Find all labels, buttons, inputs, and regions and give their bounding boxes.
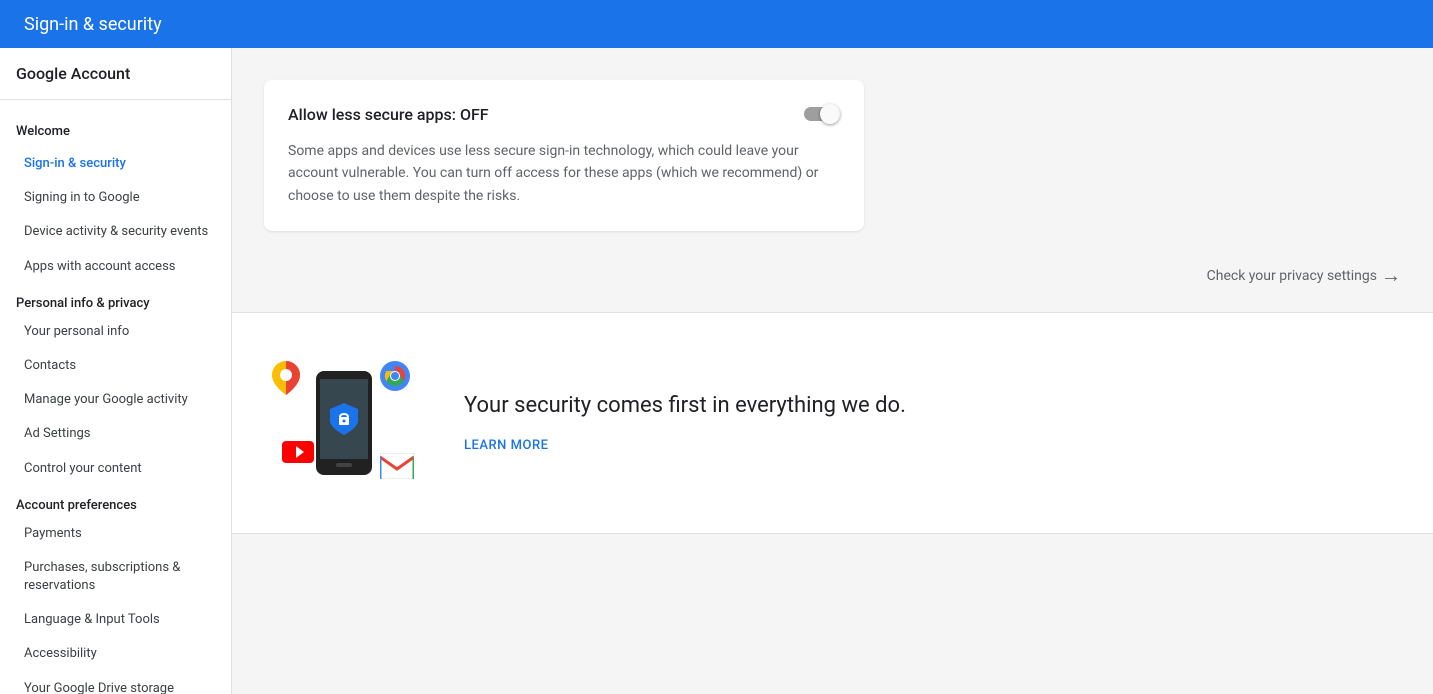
sidebar-welcome: Welcome xyxy=(0,108,231,147)
account-section-title: Account preferences xyxy=(0,486,231,517)
youtube-icon xyxy=(282,441,314,463)
phone-home-button xyxy=(336,463,352,467)
toggle-row: Allow less secure apps: OFF xyxy=(288,104,840,124)
phone-screen xyxy=(320,379,368,459)
personal-section-title: Personal info & privacy xyxy=(0,284,231,315)
app-title: Google Account xyxy=(0,48,231,91)
sidebar-item-drive-storage[interactable]: Your Google Drive storage xyxy=(0,672,231,694)
sidebar: Google Account Welcome Sign-in & securit… xyxy=(0,48,232,694)
toggle-thumb xyxy=(820,104,840,124)
security-illustration xyxy=(264,353,424,493)
security-promo-section: Your security comes first in everything … xyxy=(232,312,1433,534)
sidebar-item-contacts[interactable]: Contacts xyxy=(0,349,231,383)
gmail-icon xyxy=(380,453,414,483)
sidebar-item-apps-access[interactable]: Apps with account access xyxy=(0,250,231,284)
security-promo-text: Your security comes first in everything … xyxy=(464,393,906,453)
sidebar-item-signin-security[interactable]: Sign-in & security xyxy=(0,147,231,181)
sidebar-item-language[interactable]: Language & Input Tools xyxy=(0,603,231,637)
security-heading: Your security comes first in everything … xyxy=(464,393,906,418)
divider xyxy=(0,99,231,100)
sidebar-item-control-content[interactable]: Control your content xyxy=(0,452,231,486)
sidebar-item-accessibility[interactable]: Accessibility xyxy=(0,637,231,671)
privacy-link-label: Check your privacy settings xyxy=(1207,268,1377,284)
sidebar-item-signing-in[interactable]: Signing in to Google xyxy=(0,181,231,215)
privacy-settings-link[interactable]: Check your privacy settings → xyxy=(1207,263,1401,288)
shield-lock-icon xyxy=(328,401,360,437)
sidebar-item-google-activity[interactable]: Manage your Google activity xyxy=(0,383,231,417)
sidebar-item-personal-info[interactable]: Your personal info xyxy=(0,315,231,349)
header-title: Sign-in & security xyxy=(24,14,162,35)
chrome-icon xyxy=(380,361,410,395)
arrow-right-icon: → xyxy=(1381,263,1401,288)
maps-icon xyxy=(272,361,300,399)
main-content: Allow less secure apps: OFF Some apps an… xyxy=(232,48,1433,694)
less-secure-apps-card: Allow less secure apps: OFF Some apps an… xyxy=(264,80,864,231)
sidebar-item-purchases[interactable]: Purchases, subscriptions & reservations xyxy=(0,551,231,603)
phone-body xyxy=(316,371,372,475)
page-header: Sign-in & security xyxy=(0,0,1433,48)
card-description: Some apps and devices use less secure si… xyxy=(288,140,840,207)
sidebar-item-payments[interactable]: Payments xyxy=(0,517,231,551)
sidebar-item-ad-settings[interactable]: Ad Settings xyxy=(0,417,231,451)
learn-more-link[interactable]: LEARN MORE xyxy=(464,438,548,453)
less-secure-toggle[interactable] xyxy=(804,104,840,124)
sidebar-item-device-activity[interactable]: Device activity & security events xyxy=(0,215,231,249)
toggle-label: Allow less secure apps: OFF xyxy=(288,105,489,124)
privacy-link-row: Check your privacy settings → xyxy=(264,255,1401,312)
